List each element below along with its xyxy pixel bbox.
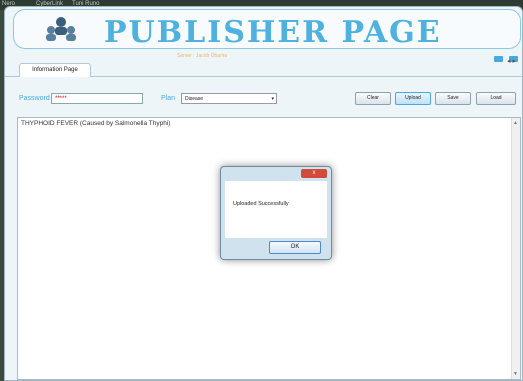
tab-information-page[interactable]: Information Page bbox=[19, 63, 91, 77]
dialog-message: Uploaded Successfully bbox=[233, 201, 289, 207]
page-title: PUBLISHER PAGE bbox=[104, 15, 442, 50]
ok-button[interactable]: OK bbox=[269, 241, 321, 254]
toolbar: Password ***** Plan Disease ▾ Clear Uplo… bbox=[5, 77, 522, 115]
dialog-body: Uploaded Successfully OK bbox=[225, 181, 327, 254]
password-label: Password bbox=[19, 95, 50, 102]
upload-button[interactable]: Upload bbox=[395, 92, 431, 105]
clear-button[interactable]: Clear bbox=[355, 92, 391, 105]
scroll-up-icon[interactable]: ▲ bbox=[513, 120, 518, 126]
chevron-down-icon[interactable]: ▾ bbox=[271, 94, 274, 105]
network-users-icon bbox=[46, 17, 76, 41]
plan-label: Plan bbox=[161, 95, 176, 102]
scroll-down-icon[interactable]: ▼ bbox=[513, 371, 518, 377]
header-banner: PUBLISHER PAGE bbox=[13, 9, 521, 50]
load-button[interactable]: Load bbox=[476, 92, 516, 105]
plan-selected-value: Disease bbox=[185, 96, 204, 102]
save-button[interactable]: Save bbox=[435, 92, 471, 105]
upload-success-dialog: x Uploaded Successfully OK bbox=[220, 166, 332, 260]
password-input[interactable]: ***** bbox=[51, 93, 143, 104]
plan-select[interactable]: Disease ▾ bbox=[181, 93, 277, 104]
dialog-close-button[interactable]: x bbox=[301, 169, 327, 178]
vertical-scrollbar[interactable]: ▲ ▼ bbox=[511, 118, 520, 379]
content-text: THYPHOID FEVER (Caused by Salmonella Thy… bbox=[21, 120, 171, 127]
server-label: Server : Jacob Obama bbox=[177, 53, 228, 59]
